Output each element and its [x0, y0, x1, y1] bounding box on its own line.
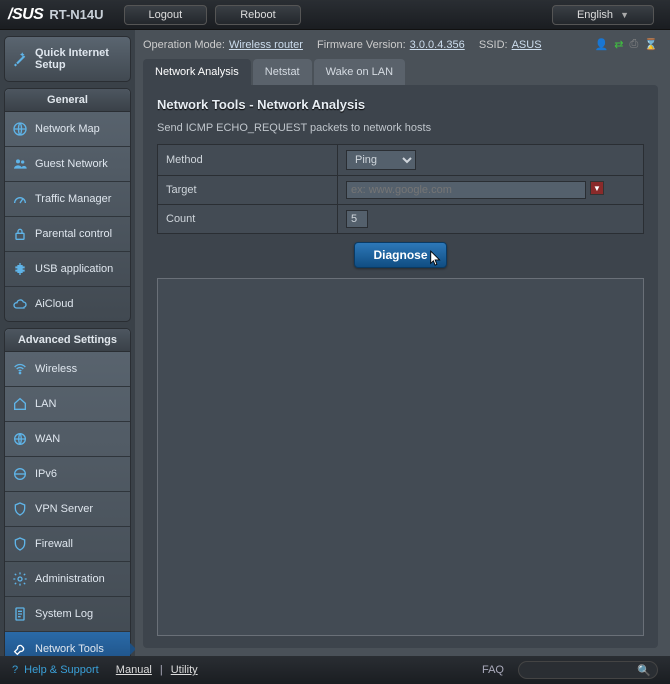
- sidebar-item-label: System Log: [35, 608, 93, 620]
- output-textarea[interactable]: [157, 278, 644, 636]
- globe-icon: [11, 465, 29, 483]
- panel-title: Network Tools - Network Analysis: [157, 97, 644, 112]
- footer: ? Help & Support Manual | Utility FAQ 🔍: [0, 656, 670, 684]
- sidebar-item-label: IPv6: [35, 468, 57, 480]
- count-label: Count: [158, 205, 338, 234]
- language-label: English: [577, 9, 613, 21]
- sidebar-item-wan[interactable]: WAN: [5, 422, 130, 457]
- sidebar-header-advanced: Advanced Settings: [5, 329, 130, 352]
- shield-icon: [11, 500, 29, 518]
- sidebar-item-system-log[interactable]: System Log: [5, 597, 130, 632]
- lock-icon: [11, 225, 29, 243]
- help-label: Help & Support: [24, 664, 99, 676]
- sidebar-item-lan[interactable]: LAN: [5, 387, 130, 422]
- globe-icon: [11, 430, 29, 448]
- ssid-link[interactable]: ASUS: [512, 39, 542, 51]
- sidebar-item-label: AiCloud: [35, 298, 74, 310]
- target-dropdown-icon[interactable]: ▼: [590, 181, 604, 195]
- shield-icon: [11, 535, 29, 553]
- disk-status-icon: ⌛: [644, 38, 658, 51]
- sidebar-item-label: Wireless: [35, 363, 77, 375]
- search-icon: 🔍: [637, 664, 651, 677]
- sidebar-item-administration[interactable]: Administration: [5, 562, 130, 597]
- user-status-icon: 👤: [595, 38, 609, 51]
- op-mode-label: Operation Mode:: [143, 39, 225, 51]
- sidebar-item-traffic-manager[interactable]: Traffic Manager: [5, 182, 130, 217]
- sidebar-item-label: Network Map: [35, 123, 100, 135]
- mouse-cursor-icon: [429, 250, 443, 268]
- sidebar-item-label: Guest Network: [35, 158, 108, 170]
- top-bar: /SUS RT-N14U Logout Reboot English ▼: [0, 0, 670, 30]
- magic-wand-icon: [11, 50, 29, 68]
- wrench-icon: [11, 640, 29, 656]
- form-table: Method Ping Target ▼ Count: [157, 144, 644, 234]
- main-content: Operation Mode: Wireless router Firmware…: [135, 30, 670, 656]
- sidebar-item-label: Traffic Manager: [35, 193, 111, 205]
- fw-link[interactable]: 3.0.0.4.356: [410, 39, 465, 51]
- tab-bar: Network Analysis Netstat Wake on LAN: [143, 59, 658, 85]
- reboot-button[interactable]: Reboot: [215, 5, 300, 25]
- sidebar-item-label: LAN: [35, 398, 56, 410]
- panel-network-analysis: Network Tools - Network Analysis Send IC…: [143, 85, 658, 648]
- model-name: RT-N14U: [49, 7, 103, 22]
- op-mode-link[interactable]: Wireless router: [229, 39, 303, 51]
- logout-button[interactable]: Logout: [124, 5, 208, 25]
- chevron-down-icon: ▼: [620, 10, 629, 20]
- status-line: Operation Mode: Wireless router Firmware…: [143, 38, 658, 51]
- sidebar-item-network-map[interactable]: Network Map: [5, 112, 130, 147]
- globe-icon: [11, 120, 29, 138]
- puzzle-icon: [11, 260, 29, 278]
- gauge-icon: [11, 190, 29, 208]
- help-icon: ?: [12, 664, 18, 676]
- sidebar-header-general: General: [5, 89, 130, 112]
- sidebar-item-label: Parental control: [35, 228, 112, 240]
- manual-link[interactable]: Manual: [116, 664, 152, 676]
- tab-network-analysis[interactable]: Network Analysis: [143, 59, 251, 85]
- sidebar-item-label: USB application: [35, 263, 113, 275]
- faq-label: FAQ: [482, 664, 504, 676]
- tab-netstat[interactable]: Netstat: [253, 59, 312, 85]
- sidebar-item-ipv6[interactable]: IPv6: [5, 457, 130, 492]
- tab-wake-on-lan[interactable]: Wake on LAN: [314, 59, 405, 85]
- usb-status-icon: ⎙: [629, 38, 638, 51]
- panel-description: Send ICMP ECHO_REQUEST packets to networ…: [157, 122, 644, 134]
- search-input[interactable]: 🔍: [518, 661, 658, 679]
- wifi-icon: [11, 360, 29, 378]
- sidebar-item-label: Firewall: [35, 538, 73, 550]
- sidebar-item-vpn-server[interactable]: VPN Server: [5, 492, 130, 527]
- method-select[interactable]: Ping: [346, 150, 416, 170]
- language-dropdown[interactable]: English ▼: [552, 5, 654, 25]
- cloud-icon: [11, 295, 29, 313]
- target-input[interactable]: [346, 181, 586, 199]
- sidebar-item-network-tools[interactable]: Network Tools: [5, 632, 130, 656]
- sidebar-item-label: Administration: [35, 573, 105, 585]
- utility-link[interactable]: Utility: [171, 664, 198, 676]
- ssid-label: SSID:: [479, 39, 508, 51]
- sidebar-item-aicloud[interactable]: AiCloud: [5, 287, 130, 321]
- brand-logo: /SUS: [8, 6, 43, 24]
- sidebar-item-label: Network Tools: [35, 643, 104, 655]
- sidebar-item-firewall[interactable]: Firewall: [5, 527, 130, 562]
- users-icon: [11, 155, 29, 173]
- sidebar-item-guest-network[interactable]: Guest Network: [5, 147, 130, 182]
- sidebar-item-label: Quick Internet Setup: [35, 47, 124, 71]
- sidebar-item-quick-setup[interactable]: Quick Internet Setup: [5, 37, 130, 81]
- target-label: Target: [158, 176, 338, 205]
- sidebar: Quick Internet Setup General Network Map…: [0, 30, 135, 656]
- sidebar-item-label: WAN: [35, 433, 60, 445]
- count-input[interactable]: [346, 210, 368, 228]
- status-icons: 👤 ⇄ ⎙ ⌛: [595, 38, 658, 51]
- gear-icon: [11, 570, 29, 588]
- home-icon: [11, 395, 29, 413]
- network-status-icon: ⇄: [614, 38, 623, 51]
- document-icon: [11, 605, 29, 623]
- fw-label: Firmware Version:: [317, 39, 406, 51]
- sidebar-item-usb-application[interactable]: USB application: [5, 252, 130, 287]
- method-label: Method: [158, 145, 338, 176]
- sidebar-item-wireless[interactable]: Wireless: [5, 352, 130, 387]
- sidebar-item-parental-control[interactable]: Parental control: [5, 217, 130, 252]
- sidebar-item-label: VPN Server: [35, 503, 93, 515]
